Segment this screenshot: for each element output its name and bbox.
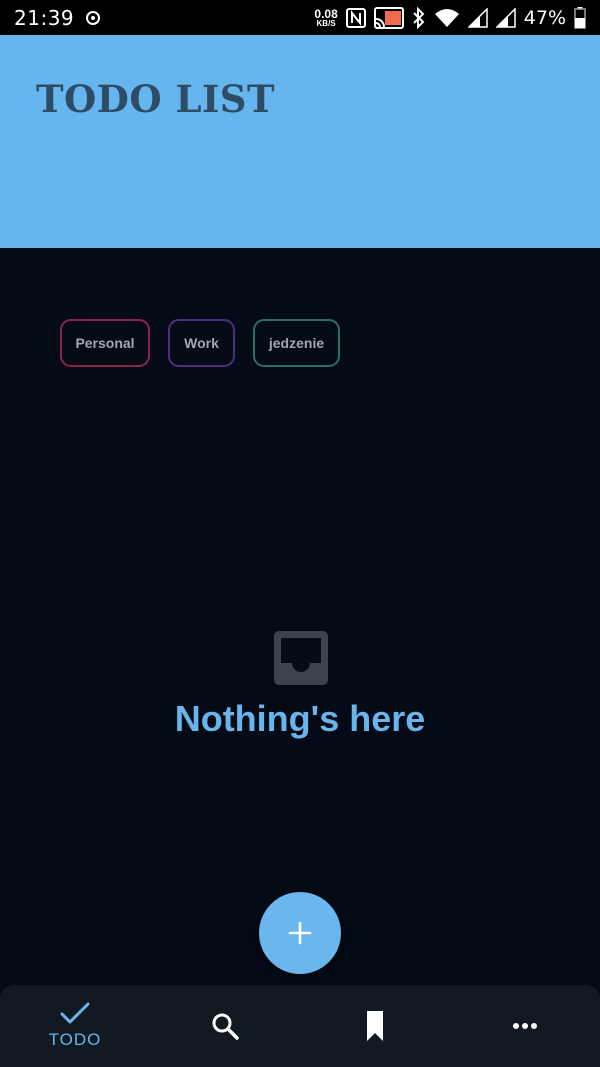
status-bar: 21:39 0.08 KB/S 47% <box>0 0 600 35</box>
nav-item-more[interactable] <box>450 985 600 1067</box>
category-chip-jedzenie[interactable]: jedzenie <box>253 319 340 367</box>
check-icon <box>60 1002 90 1024</box>
more-horizontal-icon <box>513 1023 537 1029</box>
empty-state-message: Nothing's here <box>174 698 426 739</box>
wifi-icon <box>434 8 460 28</box>
status-icons: 0.08 KB/S 47% <box>314 6 586 29</box>
recording-icon <box>86 10 101 25</box>
app-title: TODO LIST <box>36 77 276 121</box>
category-chips: Personal Work jedzenie <box>60 319 340 367</box>
bookmark-icon <box>367 1011 383 1041</box>
nav-label-todo: TODO <box>48 1030 102 1049</box>
nfc-icon <box>345 7 366 28</box>
inbox-icon <box>274 631 328 685</box>
signal-icon-2 <box>495 7 516 28</box>
category-chip-personal[interactable]: Personal <box>60 319 150 367</box>
network-speed-unit: KB/S <box>316 18 336 28</box>
category-chip-work[interactable]: Work <box>168 319 235 367</box>
nav-item-bookmarks[interactable] <box>300 985 450 1067</box>
add-task-button[interactable] <box>259 892 341 974</box>
nav-item-search[interactable] <box>150 985 300 1067</box>
signal-icon <box>467 7 488 28</box>
search-icon <box>212 1013 239 1040</box>
bluetooth-icon <box>412 6 426 29</box>
battery-percent: 47% <box>523 6 566 29</box>
status-time: 21:39 <box>14 5 75 30</box>
network-speed: 0.08 KB/S <box>314 8 337 28</box>
cast-icon <box>373 6 404 29</box>
bottom-navigation: TODO <box>0 985 600 1067</box>
nav-item-todo[interactable]: TODO <box>0 985 150 1067</box>
app-header: TODO LIST <box>0 35 600 248</box>
plus-icon <box>288 921 312 945</box>
battery-icon <box>574 6 586 29</box>
network-speed-value: 0.08 <box>314 6 338 21</box>
app-screen: 21:39 0.08 KB/S 47% TODO LIST Personal W… <box>0 0 600 1067</box>
